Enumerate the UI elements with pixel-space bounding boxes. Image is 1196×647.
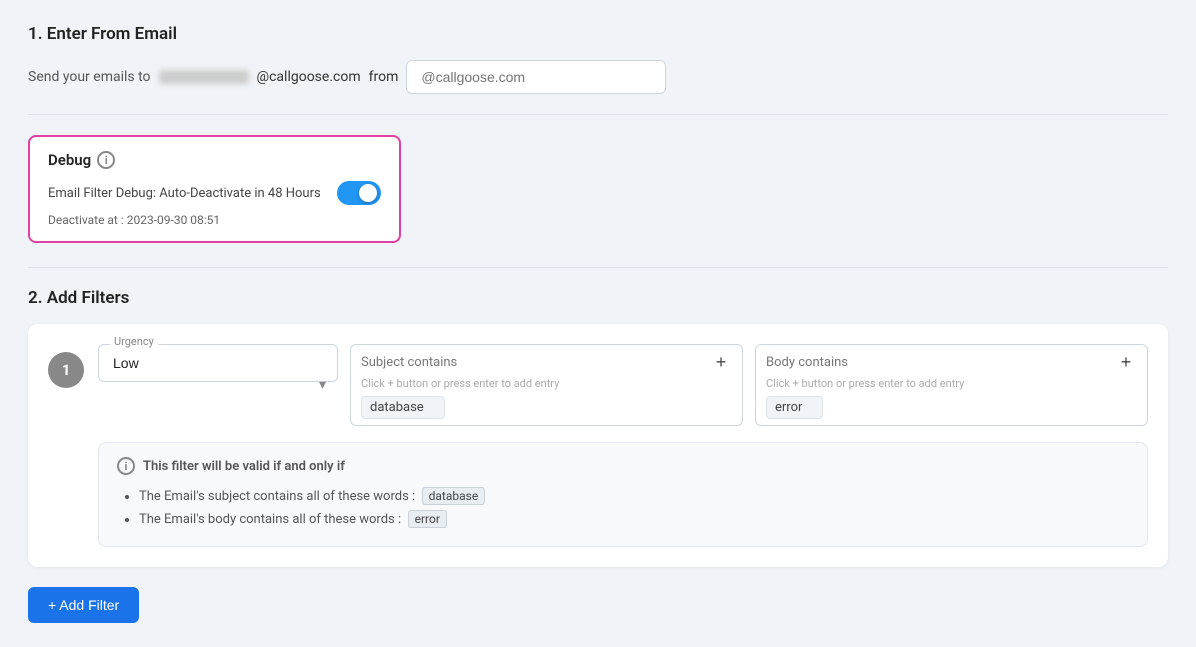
- filter-number: 1: [48, 352, 84, 388]
- domain-suffix: @callgoose.com: [257, 69, 361, 85]
- body-add-button[interactable]: +: [1115, 351, 1137, 373]
- urgency-select[interactable]: Low Medium High Critical: [98, 344, 338, 382]
- section2-title: 2. Add Filters: [28, 288, 1168, 308]
- section1-title: 1. Enter From Email: [28, 24, 1168, 44]
- send-label: Send your emails to: [28, 69, 151, 85]
- body-tag-label: error: [775, 400, 802, 415]
- from-email-input[interactable]: [406, 60, 666, 94]
- debug-title: Debug i: [48, 151, 381, 169]
- divider-1: [28, 114, 1168, 115]
- debug-toggle-label: Email Filter Debug: Auto-Deactivate in 4…: [48, 186, 321, 201]
- summary-body-tag: error: [408, 510, 447, 528]
- body-tag-error: error: [766, 396, 823, 419]
- summary-subject-line: The Email's subject contains all of thes…: [139, 485, 1129, 508]
- subject-tag-label: database: [370, 400, 424, 415]
- body-tag-list: error: [766, 396, 1137, 419]
- from-email-row: Send your emails to @callgoose.com from: [28, 60, 1168, 94]
- subject-tag-list: database: [361, 396, 732, 419]
- filter-fields: Urgency Low Medium High Critical ▾ Subje…: [98, 344, 1148, 426]
- debug-toggle-row: Email Filter Debug: Auto-Deactivate in 4…: [48, 181, 381, 205]
- urgency-label: Urgency: [110, 335, 158, 348]
- debug-box: Debug i Email Filter Debug: Auto-Deactiv…: [28, 135, 401, 243]
- summary-body-prefix: The Email's body contains all of these w…: [139, 512, 401, 527]
- debug-info-icon[interactable]: i: [97, 151, 115, 169]
- subject-add-button[interactable]: +: [710, 351, 732, 373]
- from-label: from: [369, 69, 399, 85]
- summary-info-icon: i: [117, 457, 135, 475]
- summary-header: This filter will be valid if and only if: [143, 459, 345, 474]
- deactivate-text: Deactivate at : 2023-09-30 08:51: [48, 213, 381, 227]
- summary-list: The Email's subject contains all of thes…: [117, 485, 1129, 532]
- body-hint: Click + button or press enter to add ent…: [766, 377, 1137, 390]
- subject-tag-database: database: [361, 396, 445, 419]
- summary-body-line: The Email's body contains all of these w…: [139, 508, 1129, 531]
- subject-field: Subject contains + Click + button or pre…: [350, 344, 743, 426]
- subject-hint: Click + button or press enter to add ent…: [361, 377, 732, 390]
- blurred-email: [159, 70, 249, 84]
- add-filter-button[interactable]: + Add Filter: [28, 587, 139, 623]
- summary-subject-tag: database: [422, 487, 486, 505]
- body-field-label: Body contains: [766, 355, 848, 370]
- subject-field-label: Subject contains: [361, 355, 457, 370]
- summary-subject-prefix: The Email's subject contains all of thes…: [139, 489, 415, 504]
- debug-toggle[interactable]: [337, 181, 381, 205]
- divider-2: [28, 267, 1168, 268]
- urgency-wrapper: Urgency Low Medium High Critical ▾: [98, 344, 338, 426]
- filter-summary: i This filter will be valid if and only …: [98, 442, 1148, 547]
- body-field: Body contains + Click + button or press …: [755, 344, 1148, 426]
- filters-section: 1 Urgency Low Medium High Critical ▾: [28, 324, 1168, 567]
- filter-row-1: 1 Urgency Low Medium High Critical ▾: [48, 344, 1148, 426]
